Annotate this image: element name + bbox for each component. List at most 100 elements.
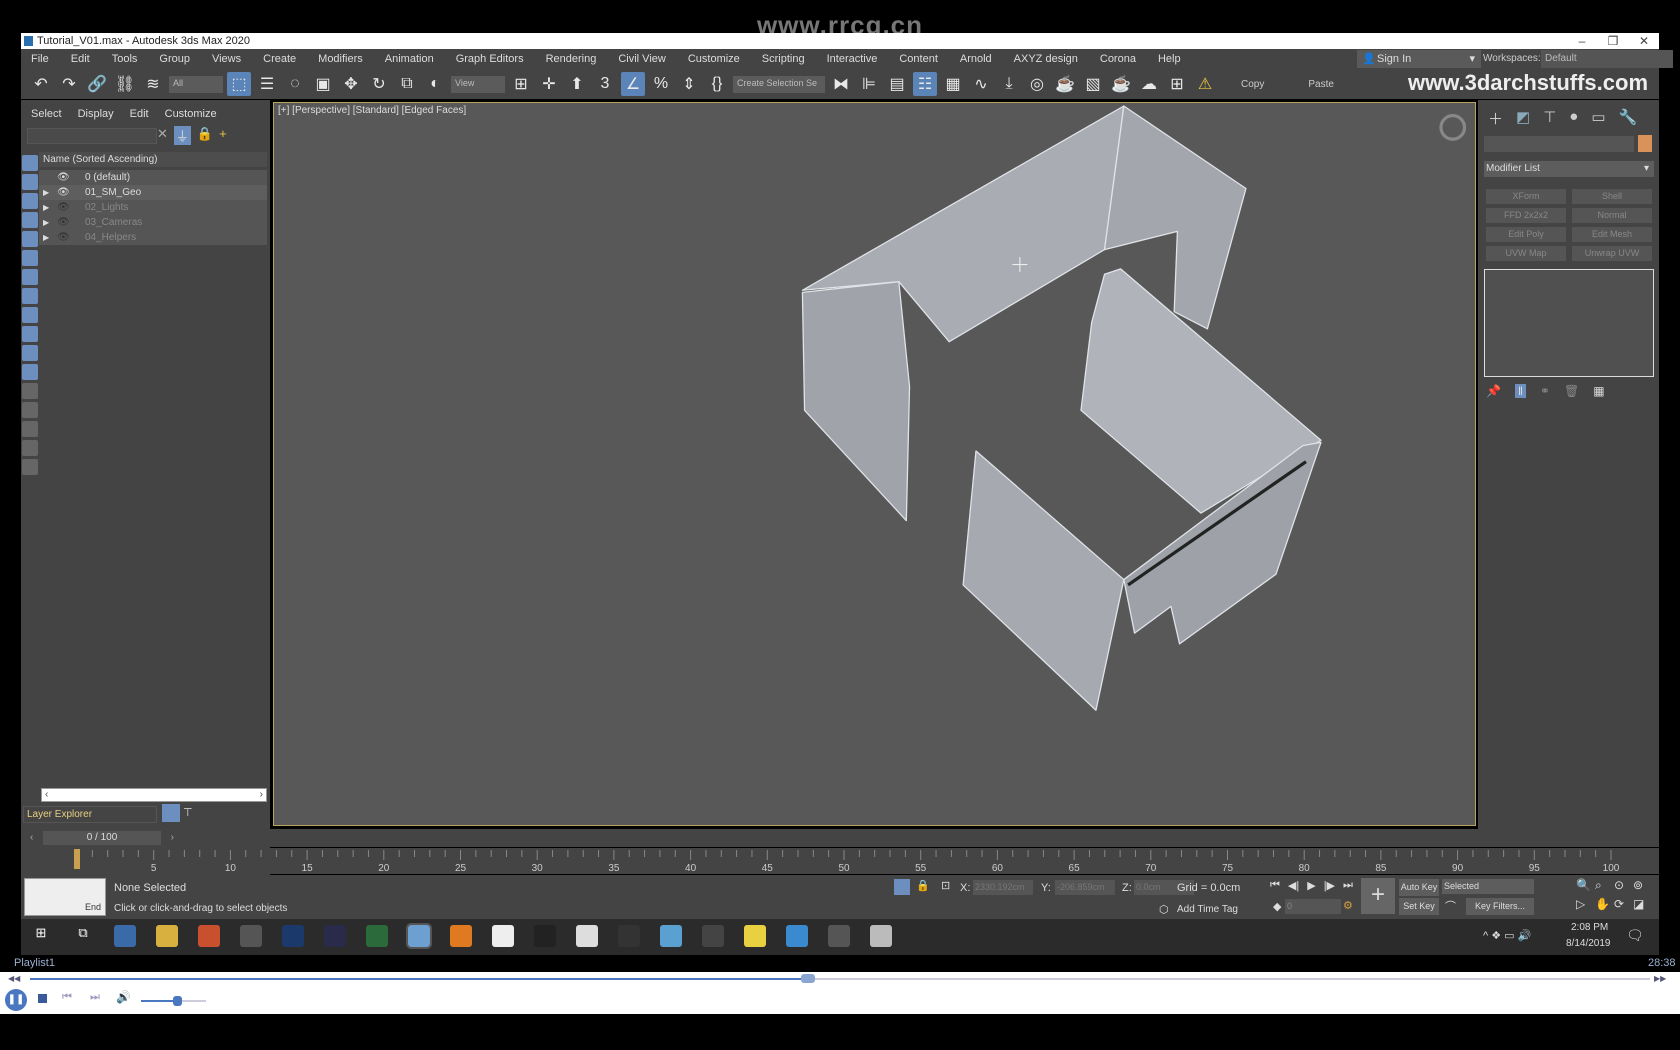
render-setup-icon[interactable]: ☕ bbox=[1053, 72, 1077, 96]
bind-space-warp-icon[interactable]: ≋ bbox=[141, 72, 165, 96]
menu-civil-view[interactable]: Civil View bbox=[608, 53, 677, 65]
selection-region-icon[interactable]: ◌ bbox=[283, 72, 307, 96]
render-cloud-icon[interactable]: ☁ bbox=[1137, 72, 1161, 96]
redo-icon[interactable]: ↷ bbox=[57, 72, 81, 96]
current-frame-marker[interactable] bbox=[74, 849, 80, 869]
filter-icon[interactable]: ⏚ bbox=[173, 126, 191, 145]
pin-stack-icon[interactable]: 📌 bbox=[1486, 384, 1501, 398]
key-mode-dropdown[interactable]: Selected bbox=[1442, 879, 1534, 894]
task-view-icon[interactable]: ⧉ bbox=[72, 925, 94, 947]
menu-content[interactable]: Content bbox=[889, 53, 950, 65]
keyboard-shortcut-icon[interactable]: ⬆ bbox=[565, 72, 589, 96]
perspective-viewport[interactable]: [+] [Perspective] [Standard] [Edged Face… bbox=[273, 102, 1476, 826]
key-mode-icon[interactable]: ◆ bbox=[1273, 900, 1281, 913]
layer-explorer-icon[interactable]: ☷ bbox=[913, 72, 937, 96]
window-crossing-icon[interactable]: ▣ bbox=[311, 72, 335, 96]
menu-axyz-design[interactable]: AXYZ design bbox=[1004, 53, 1090, 65]
menu-animation[interactable]: Animation bbox=[375, 53, 446, 65]
blender-icon[interactable] bbox=[450, 925, 472, 947]
eye-icon[interactable]: 👁 bbox=[57, 170, 70, 185]
object-color-swatch[interactable] bbox=[1638, 135, 1652, 152]
mirror-icon[interactable]: ⧓ bbox=[829, 72, 853, 96]
calculator-icon[interactable] bbox=[576, 925, 598, 947]
zoom-extents-all-icon[interactable]: ⊚ bbox=[1633, 878, 1652, 893]
menu-create[interactable]: Create bbox=[253, 53, 308, 65]
file-explorer-icon[interactable] bbox=[156, 925, 178, 947]
curve-editor-icon[interactable]: ∿ bbox=[969, 72, 993, 96]
y-coordinate-field[interactable]: -206.859cm bbox=[1055, 880, 1115, 895]
menu-arnold[interactable]: Arnold bbox=[950, 53, 1004, 65]
time-tag-icon[interactable]: ⬡ bbox=[1159, 903, 1169, 916]
scene-tab-edit[interactable]: Edit bbox=[130, 108, 149, 120]
configure-sets-icon[interactable]: ▦ bbox=[1593, 384, 1604, 398]
geometry-filter-icon[interactable] bbox=[22, 155, 38, 171]
paste-button[interactable]: Paste bbox=[1288, 79, 1354, 90]
align-icon[interactable]: ⊫ bbox=[857, 72, 881, 96]
modifier-button[interactable]: Edit Mesh bbox=[1572, 227, 1652, 242]
name-column-header[interactable]: Name (Sorted Ascending) bbox=[39, 152, 267, 167]
sync-selection-icon[interactable] bbox=[22, 440, 38, 456]
select-manipulate-icon[interactable]: ✛ bbox=[537, 72, 561, 96]
expand-arrow-icon[interactable]: ▶ bbox=[43, 185, 49, 200]
undo-icon[interactable]: ↶ bbox=[29, 72, 53, 96]
copy-button[interactable]: Copy bbox=[1221, 79, 1284, 90]
menu-edit[interactable]: Edit bbox=[61, 53, 102, 65]
menu-rendering[interactable]: Rendering bbox=[536, 53, 609, 65]
xref-filter-icon[interactable] bbox=[22, 288, 38, 304]
named-selection-dropdown[interactable]: Create Selection Se bbox=[733, 75, 825, 93]
modifier-button[interactable]: Shell bbox=[1572, 189, 1652, 204]
b-app-icon[interactable] bbox=[618, 925, 640, 947]
spinner-snap-icon[interactable]: ⇕ bbox=[677, 72, 701, 96]
zoom-extents-icon[interactable]: ⊙ bbox=[1614, 878, 1633, 893]
layer-row[interactable]: ▶ 👁 04_Helpers bbox=[39, 230, 267, 245]
excel-icon[interactable] bbox=[366, 925, 388, 947]
edit-named-selection-icon[interactable]: {} bbox=[705, 72, 729, 96]
move-icon[interactable]: ✥ bbox=[339, 72, 363, 96]
menu-graph-editors[interactable]: Graph Editors bbox=[446, 53, 536, 65]
scene-tab-customize[interactable]: Customize bbox=[165, 108, 217, 120]
ribbon-icon[interactable]: ▦ bbox=[941, 72, 965, 96]
maxscript-listener[interactable]: End bbox=[24, 878, 106, 916]
time-slider[interactable]: ‹ 0 / 100 › bbox=[30, 831, 174, 845]
horizontal-scrollbar[interactable]: ‹ › bbox=[41, 788, 267, 802]
track-bar[interactable]: 5 10 15 20 25 30 35 40 45 50 55 60 65 70 75 80 85 90 95 100 bbox=[21, 848, 1659, 874]
modifier-button[interactable]: Edit Poly bbox=[1486, 227, 1566, 242]
layer-row[interactable]: ▶ 👁 02_Lights bbox=[39, 200, 267, 215]
hierarchy-view-icon[interactable]: ⊤ bbox=[183, 806, 193, 819]
eye-icon[interactable]: 👁 bbox=[57, 185, 70, 200]
display-none-icon[interactable] bbox=[22, 402, 38, 418]
go-to-end-icon[interactable]: ⏭ bbox=[1343, 879, 1353, 892]
pan-icon[interactable]: ✋ bbox=[1595, 897, 1614, 911]
modifier-stack[interactable] bbox=[1484, 269, 1654, 377]
play-icon[interactable]: ▶ bbox=[1307, 879, 1315, 892]
go-to-start-icon[interactable]: ⏮ bbox=[1270, 879, 1280, 892]
stop-button[interactable] bbox=[38, 994, 47, 1003]
menu-customize[interactable]: Customize bbox=[678, 53, 752, 65]
current-frame-field[interactable]: 0 bbox=[1285, 899, 1341, 914]
add-layer-icon[interactable]: + bbox=[219, 126, 227, 145]
zoom-all-icon[interactable]: ⌕ bbox=[1595, 878, 1614, 893]
volume-thumb[interactable] bbox=[172, 996, 182, 1006]
close-button[interactable]: ✕ bbox=[1629, 33, 1659, 49]
unreal-icon[interactable] bbox=[240, 925, 262, 947]
notification-icon[interactable]: 🗨 bbox=[1626, 927, 1644, 944]
frozen-filter-icon[interactable] bbox=[22, 345, 38, 361]
selection-lock-icon[interactable]: 🔒 bbox=[916, 879, 930, 892]
sticky-notes-icon[interactable] bbox=[744, 925, 766, 947]
chrome-icon[interactable] bbox=[198, 925, 220, 947]
modify-tab-icon[interactable]: ◩ bbox=[1516, 108, 1530, 129]
tray-icons[interactable]: ^ ❖ ▭ 🔊 bbox=[1483, 929, 1531, 942]
menu-views[interactable]: Views bbox=[202, 53, 253, 65]
pivot-center-icon[interactable]: ⊞ bbox=[509, 72, 533, 96]
menu-help[interactable]: Help bbox=[1148, 53, 1193, 65]
expand-arrow-icon[interactable]: ▶ bbox=[43, 215, 49, 230]
remove-modifier-icon[interactable]: 🗑 bbox=[1564, 384, 1579, 398]
motion-tab-icon[interactable]: ● bbox=[1569, 108, 1578, 129]
seek-thumb[interactable] bbox=[800, 974, 815, 983]
scale-icon[interactable]: ⧉ bbox=[395, 72, 419, 96]
modifier-button[interactable]: UVW Map bbox=[1486, 246, 1566, 261]
modifier-button[interactable]: FFD 2x2x2 bbox=[1486, 208, 1566, 223]
restore-button[interactable]: ❐ bbox=[1598, 33, 1628, 49]
filter-funnel-icon[interactable] bbox=[22, 459, 38, 475]
clock-date[interactable]: 8/14/2019 bbox=[1566, 938, 1611, 949]
